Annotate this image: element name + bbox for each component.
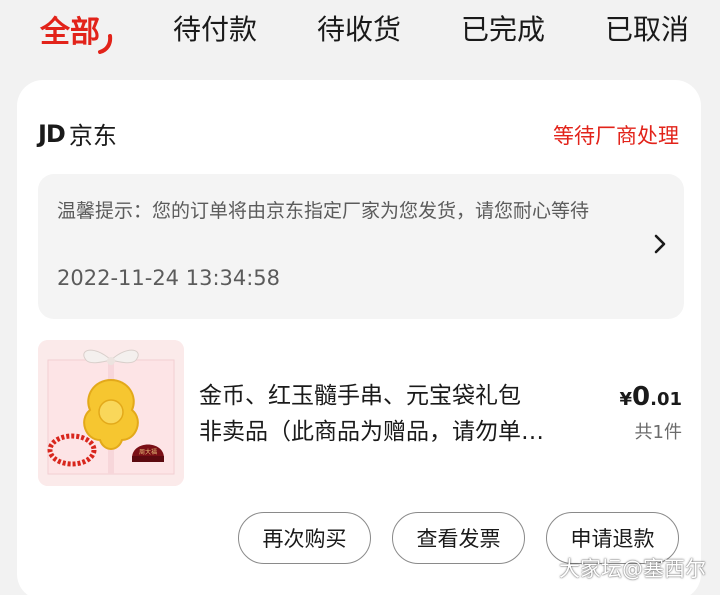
tab-pending-payment[interactable]: 待付款 <box>173 8 257 48</box>
order-tabs: 全部 待付款 待收货 已完成 已取消 <box>0 0 720 70</box>
buy-again-button[interactable]: 再次购买 <box>238 512 371 564</box>
product-price: ¥0.01 <box>619 382 682 412</box>
tab-all[interactable]: 全部 <box>40 7 100 51</box>
watermark: 大家坛@塞西尔 <box>559 557 706 581</box>
order-status: 等待厂商处理 <box>553 124 679 148</box>
view-invoice-button[interactable]: 查看发票 <box>392 512 525 564</box>
product-title-line1: 金币、红玉髓手串、元宝袋礼包 <box>199 383 521 409</box>
product-title-line2: 非卖品（此商品为赠品，请勿单… <box>199 419 544 445</box>
shop-name: 京东 <box>68 122 117 150</box>
notice-timestamp: 2022-11-24 13:34:58 <box>57 266 281 290</box>
notice-text: 温馨提示：您的订单将由京东指定厂家为您发货，请您耐心等待 <box>57 200 590 222</box>
price-currency: ¥ <box>619 389 633 410</box>
tab-pending-receipt[interactable]: 待收货 <box>317 8 401 48</box>
chevron-right-icon <box>654 234 666 254</box>
product-quantity: 共1件 <box>634 422 682 443</box>
order-card[interactable]: JD 京东 等待厂商处理 温馨提示：您的订单将由京东指定厂家为您发货，请您耐心等… <box>17 80 701 595</box>
product-title[interactable]: 金币、红玉髓手串、元宝袋礼包 非卖品（此商品为赠品，请勿单… <box>199 378 609 450</box>
delivery-notice[interactable]: 温馨提示：您的订单将由京东指定厂家为您发货，请您耐心等待 2022-11-24 … <box>38 174 684 319</box>
tab-active-indicator <box>98 34 113 54</box>
price-decimal: .01 <box>650 389 682 410</box>
product-image[interactable]: 周大福 <box>38 340 184 486</box>
tab-cancelled[interactable]: 已取消 <box>605 8 689 48</box>
price-integer: 0 <box>632 382 651 412</box>
jd-logo: JD <box>38 119 66 148</box>
shop-header[interactable]: JD 京东 <box>38 116 117 151</box>
thumb-brand-label: 周大福 <box>139 448 157 456</box>
gift-box-image: 周大福 <box>38 340 184 486</box>
tab-completed[interactable]: 已完成 <box>461 8 545 48</box>
